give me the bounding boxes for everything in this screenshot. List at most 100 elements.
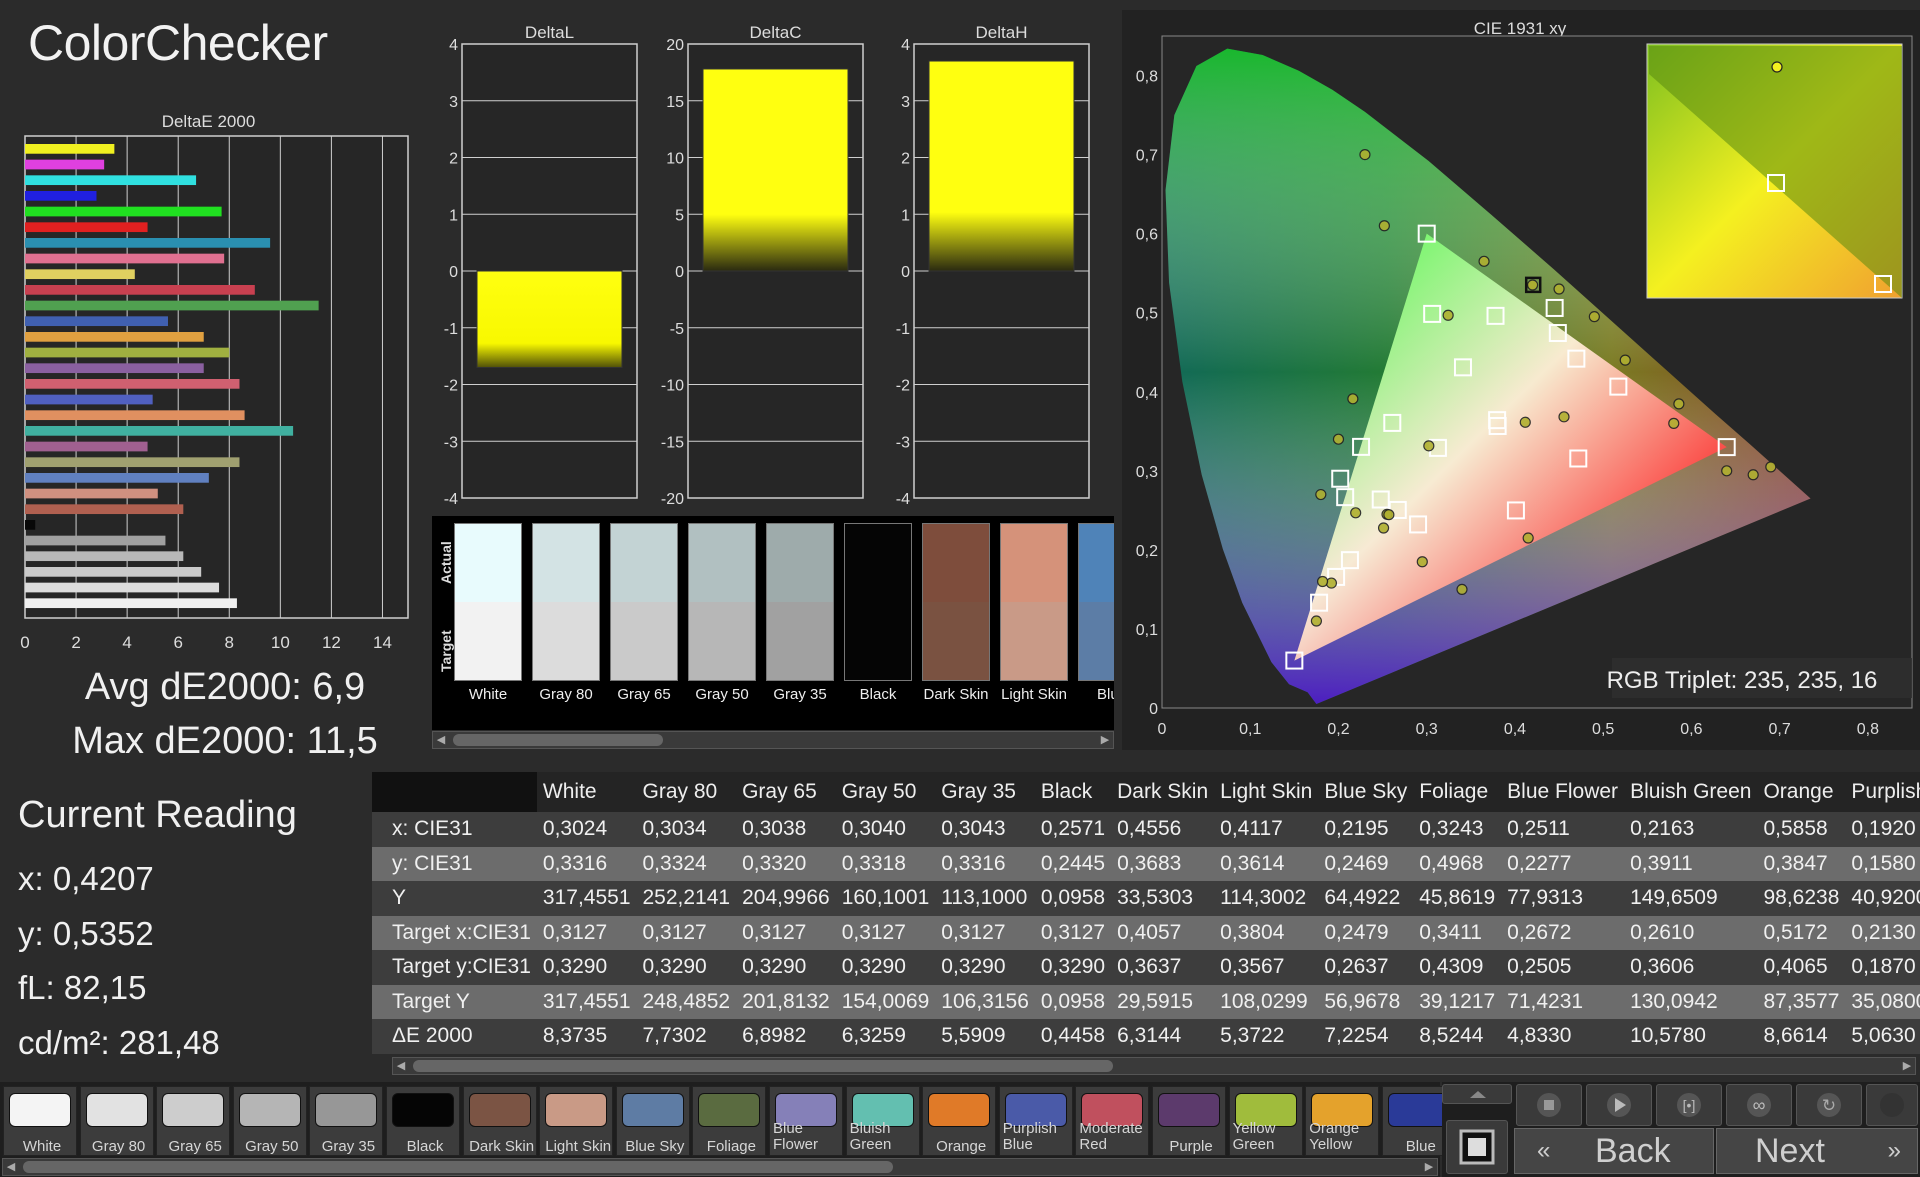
scroll-left-icon[interactable]: ◀ bbox=[3, 1159, 19, 1175]
scroll-thumb[interactable] bbox=[23, 1161, 893, 1173]
scroll-thumb[interactable] bbox=[453, 734, 663, 746]
patch-button[interactable]: Bluish Green bbox=[845, 1086, 920, 1156]
swatch bbox=[532, 523, 600, 681]
column-header[interactable]: Foliage bbox=[1413, 772, 1502, 812]
play-button[interactable] bbox=[1586, 1084, 1652, 1126]
swatch-target bbox=[1079, 602, 1114, 680]
column-header[interactable]: Gray 65 bbox=[736, 772, 836, 812]
scroll-left-icon[interactable]: ◀ bbox=[393, 1058, 409, 1074]
patch-button[interactable]: Gray 50 bbox=[232, 1086, 307, 1156]
record-button[interactable] bbox=[1866, 1084, 1918, 1126]
column-header[interactable]: Gray 35 bbox=[935, 772, 1035, 812]
de-bar bbox=[25, 394, 153, 405]
next-button[interactable]: Next » bbox=[1716, 1128, 1918, 1174]
column-header[interactable]: White bbox=[536, 772, 637, 812]
scroll-left-icon[interactable]: ◀ bbox=[433, 732, 449, 748]
measured-point bbox=[1310, 615, 1323, 627]
chart-title: DeltaL bbox=[525, 23, 574, 42]
column-header[interactable]: Bluish Green bbox=[1624, 772, 1758, 812]
table-cell: 0,3316 bbox=[935, 846, 1035, 881]
patch-button[interactable]: Gray 65 bbox=[156, 1086, 231, 1156]
swatch-target bbox=[923, 602, 989, 680]
patch-label: Purple bbox=[1169, 1138, 1213, 1155]
table-cell: 114,3002 bbox=[1214, 881, 1319, 916]
patch-button[interactable]: Moderate Red bbox=[1075, 1086, 1150, 1156]
stop-measure-button[interactable] bbox=[1446, 1120, 1508, 1174]
loop-button[interactable]: ∞ bbox=[1726, 1084, 1792, 1126]
table-row: Target Y 317,4551 248,4852 201,8132 154,0069… bbox=[372, 984, 1920, 1019]
patch-button[interactable]: Purplish Blue bbox=[998, 1086, 1073, 1156]
column-header[interactable]: Gray 50 bbox=[835, 772, 936, 812]
de-bar bbox=[25, 457, 240, 468]
patch-button[interactable]: Light Skin bbox=[539, 1086, 614, 1156]
patch-button[interactable]: Foliage bbox=[692, 1086, 767, 1156]
table-cell: 317,4551 bbox=[536, 881, 637, 916]
table-cell: 0,3290 bbox=[935, 950, 1035, 985]
patch-chip bbox=[162, 1093, 225, 1127]
table-cell: 0,2672 bbox=[1501, 915, 1625, 950]
patch-button[interactable]: Blue Sky bbox=[615, 1086, 690, 1156]
refresh-button[interactable]: ↻ bbox=[1796, 1084, 1862, 1126]
column-header[interactable]: Blue Flower bbox=[1501, 772, 1625, 812]
patch-scrollbar[interactable]: ◀ ▶ bbox=[2, 1158, 1438, 1176]
table-cell: 64,4922 bbox=[1318, 881, 1414, 916]
patch-label: Dark Skin bbox=[469, 1138, 535, 1155]
measured-point bbox=[1315, 488, 1327, 501]
patch-button[interactable]: Orange Yellow bbox=[1305, 1086, 1380, 1156]
patch-button[interactable]: Purple bbox=[1152, 1086, 1226, 1156]
measured-point bbox=[1332, 433, 1345, 445]
patch-button[interactable]: Gray 35 bbox=[309, 1086, 384, 1156]
row-header: Target y:CIE31 bbox=[372, 950, 537, 985]
column-header[interactable]: Light Skin bbox=[1214, 772, 1319, 812]
swatch-label: White bbox=[468, 686, 508, 703]
table-cell: 0,4968 bbox=[1413, 846, 1502, 881]
table-cell: 0,3127 bbox=[935, 915, 1035, 950]
deltae-2000-chart: DeltaE 2000 0 2 4 6 8 10 12 14 bbox=[20, 112, 409, 652]
de-bar bbox=[25, 253, 225, 264]
measured-point bbox=[1619, 354, 1631, 366]
patch-button[interactable]: Black bbox=[386, 1086, 460, 1156]
scroll-thumb[interactable] bbox=[413, 1060, 1113, 1072]
step-button[interactable]: [•] bbox=[1656, 1084, 1722, 1126]
swatch bbox=[688, 523, 756, 681]
table-cell: 6,3144 bbox=[1111, 1019, 1215, 1054]
table-cell: 0,2505 bbox=[1501, 950, 1625, 985]
patch-button[interactable]: White bbox=[3, 1086, 77, 1156]
back-button[interactable]: « Back bbox=[1514, 1128, 1714, 1174]
x-tick-label: 0 bbox=[20, 633, 29, 652]
table-cell: 106,3156 bbox=[935, 984, 1035, 1019]
patch-button[interactable]: Dark Skin bbox=[462, 1086, 537, 1156]
x-tick-label: 0,5 bbox=[1592, 721, 1614, 738]
de-bar bbox=[25, 332, 204, 342]
scroll-right-icon[interactable]: ▶ bbox=[1421, 1159, 1437, 1175]
patch-button[interactable]: Orange bbox=[922, 1086, 997, 1156]
table-cell: 45,8619 bbox=[1413, 881, 1502, 916]
swatch-actual bbox=[611, 524, 677, 602]
column-header[interactable]: Blue Sky bbox=[1318, 772, 1414, 812]
table-cell: 56,9678 bbox=[1318, 984, 1414, 1019]
measured-point bbox=[1673, 398, 1685, 410]
scroll-right-icon[interactable]: ▶ bbox=[1899, 1058, 1915, 1074]
swatch-target bbox=[1001, 602, 1067, 680]
column-header[interactable]: Gray 80 bbox=[636, 772, 737, 812]
table-cell: 0,3290 bbox=[835, 950, 936, 985]
x-tick-label: 0 bbox=[1158, 721, 1167, 738]
column-header[interactable]: Dark Skin bbox=[1111, 772, 1215, 812]
column-header[interactable]: Black bbox=[1034, 772, 1112, 812]
column-header[interactable]: Purplish bbox=[1845, 772, 1920, 812]
patch-button[interactable]: Yellow Green bbox=[1228, 1086, 1303, 1156]
scroll-right-icon[interactable]: ▶ bbox=[1097, 732, 1113, 748]
swatch-label: Gray 65 bbox=[617, 686, 671, 703]
table-scrollbar[interactable]: ◀ ▶ bbox=[392, 1057, 1916, 1075]
collapse-button[interactable] bbox=[1442, 1084, 1512, 1104]
swatch-scrollbar[interactable]: ◀ ▶ bbox=[432, 731, 1114, 749]
stop-button[interactable] bbox=[1516, 1084, 1582, 1126]
de-bar bbox=[25, 520, 36, 530]
x-tick-label: 10 bbox=[271, 633, 290, 652]
table-cell: 0,3804 bbox=[1214, 915, 1319, 950]
de-bar bbox=[25, 551, 184, 562]
patch-button[interactable]: Blue Flower bbox=[769, 1086, 843, 1156]
patch-button[interactable]: Gray 80 bbox=[79, 1086, 154, 1156]
column-header[interactable]: Orange bbox=[1757, 772, 1846, 812]
swatch-label: Blue bbox=[1096, 686, 1114, 703]
